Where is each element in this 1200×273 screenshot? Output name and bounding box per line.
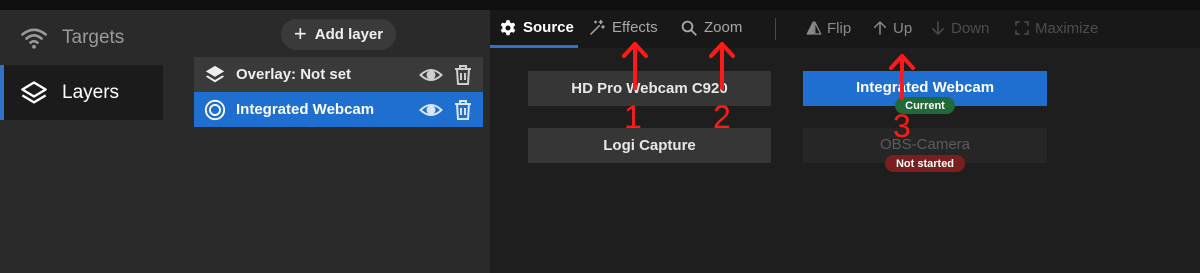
webcam-ring-icon xyxy=(204,99,226,120)
source-label: Integrated Webcam xyxy=(855,79,995,96)
annotation-arrow-1 xyxy=(622,42,648,90)
toolbar-divider xyxy=(775,18,776,40)
status-badge-label: Current xyxy=(905,99,945,112)
status-badge-label: Not started xyxy=(895,157,955,170)
source-option-logi-capture[interactable]: Logi Capture xyxy=(528,128,771,163)
magic-wand-icon xyxy=(590,19,605,35)
nav-item-label: Targets xyxy=(62,26,125,48)
annotation-number-2: 2 xyxy=(713,99,731,135)
layer-label: Overlay: Not set xyxy=(236,66,352,83)
main-panel: Source Effects Zoom Flip Up Down Maximiz… xyxy=(490,10,1200,273)
nav-item-targets[interactable]: Targets xyxy=(0,10,163,65)
trash-icon[interactable] xyxy=(451,98,475,122)
flip-icon xyxy=(806,21,822,35)
nav-item-label: Layers xyxy=(62,81,120,103)
tab-label: Effects xyxy=(612,19,658,36)
eye-icon[interactable] xyxy=(419,63,443,87)
active-tab-indicator xyxy=(490,45,578,48)
gear-icon xyxy=(500,19,516,35)
plus-icon: + xyxy=(293,20,307,46)
layers-icon xyxy=(21,80,47,104)
layer-row-overlay[interactable]: Overlay: Not set xyxy=(194,57,483,92)
move-up-button[interactable]: Up xyxy=(871,10,912,46)
arrow-up-icon xyxy=(874,21,886,35)
add-layer-button[interactable]: + Add layer xyxy=(281,19,396,50)
flip-label: Flip xyxy=(827,19,852,37)
tab-bar: Source Effects Zoom Flip Up Down Maximiz… xyxy=(490,10,1200,48)
layers-panel: + Add layer Overlay: Not set Integrated … xyxy=(163,10,490,273)
add-layer-label: Add layer xyxy=(314,26,384,43)
maximize-button[interactable]: Maximize xyxy=(1013,10,1098,46)
tab-label: Source xyxy=(523,19,574,36)
annotation-number-3: 3 xyxy=(893,108,911,144)
maximize-icon xyxy=(1015,21,1029,35)
window-top-strip xyxy=(0,0,1200,10)
wifi-icon xyxy=(21,28,47,49)
sidebar-nav: Targets Layers xyxy=(0,10,163,273)
eye-icon[interactable] xyxy=(419,98,443,122)
search-icon xyxy=(681,20,697,36)
source-label: Logi Capture xyxy=(603,137,696,154)
layer-label: Integrated Webcam xyxy=(236,101,375,118)
arrow-down-icon xyxy=(932,21,944,35)
annotation-arrow-3 xyxy=(889,54,915,100)
status-badge-not-started: Not started xyxy=(885,155,965,172)
up-label: Up xyxy=(893,19,913,37)
nav-item-layers[interactable]: Layers xyxy=(0,65,163,120)
annotation-number-1: 1 xyxy=(624,99,642,135)
move-down-button[interactable]: Down xyxy=(929,10,989,46)
tab-label: Zoom xyxy=(704,19,743,36)
tab-source[interactable]: Source xyxy=(499,10,574,45)
layer-row-integrated-webcam[interactable]: Integrated Webcam xyxy=(194,92,483,127)
annotation-arrow-2 xyxy=(709,42,735,90)
down-label: Down xyxy=(951,19,990,37)
trash-icon[interactable] xyxy=(451,63,475,87)
flip-button[interactable]: Flip xyxy=(805,10,851,46)
maximize-label: Maximize xyxy=(1035,19,1099,37)
layers-stack-icon xyxy=(205,65,225,82)
